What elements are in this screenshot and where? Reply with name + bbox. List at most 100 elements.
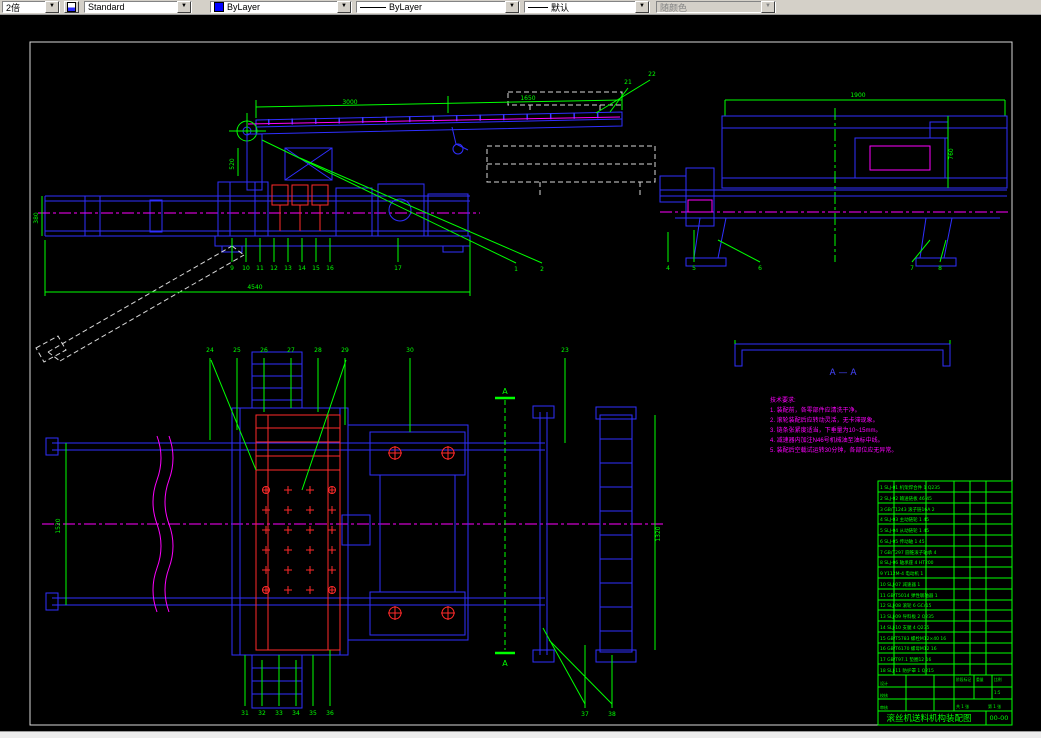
text-style-manager-button[interactable] [64, 1, 79, 13]
drawing-label: 24 [206, 347, 214, 354]
dim-scale-value: 2倍 [6, 2, 21, 13]
tech-notes-line: 4. 减速器内加注N46号机械油至油标中线。 [770, 438, 884, 444]
drawing-label: 31 [241, 710, 249, 717]
tech-notes-title: 技术要求: [770, 398, 796, 404]
chevron-down-icon[interactable]: ▼ [177, 1, 191, 13]
drawing-label: 阶段标记 [956, 677, 971, 682]
tech-notes-line: 1. 装配前，各零部件应清洗干净。 [770, 408, 861, 414]
drawing-label: 校核 [880, 692, 888, 698]
drawing-label: 14 SLJ-10 支腿 4 Q235 [880, 624, 929, 631]
drawing-label: 14 [298, 265, 306, 272]
lineweight-control-combo[interactable]: 默认 ▼ [524, 1, 650, 13]
drawing-label: 15 GB/T5783 螺栓M12×40 16 [880, 635, 946, 642]
dim-scale-combo[interactable]: 2倍 ▼ [2, 1, 60, 13]
drawing-label: 设计 [880, 680, 888, 686]
drawing-label: 760 [948, 148, 955, 160]
drawing-label: 22 [648, 71, 656, 78]
drawing-label: A [502, 659, 508, 668]
drawing-label: 6 [758, 265, 762, 272]
drawing-label: 共 1 张 [956, 703, 969, 709]
drawing-label: 3 GB/T1243 滚子链16A 2 [880, 506, 935, 513]
drawing-label: 34 [292, 710, 300, 717]
tech-notes-line: 3. 链条张紧度适当，下垂量为10~15mm。 [770, 428, 882, 434]
drawing-label: 5 [692, 265, 696, 272]
drawing-label: 2 SLJ-02 输送链板 46 45 [880, 495, 932, 502]
text-style-combo[interactable]: Standard ▼ [84, 1, 192, 13]
drawing-label: 35 [309, 710, 317, 717]
drawing-label: 审核 [880, 704, 888, 710]
drawing-label: 5 SLJ-04 从动链轮 1 45 [880, 527, 929, 534]
chevron-down-icon[interactable]: ▼ [635, 1, 649, 13]
drawing-label: 8 [938, 265, 942, 272]
drawing-label: 33 [275, 710, 283, 717]
linetype-preview [360, 6, 386, 8]
linetype-value: ByLayer [389, 2, 423, 12]
text-style-icon [67, 2, 76, 12]
drawing-label: 380 [33, 212, 40, 224]
drawing-label: 11 [256, 265, 264, 272]
drawing-label: A — A [829, 368, 857, 378]
plotstyle-control-combo: 随颜色 ▼ [656, 1, 776, 13]
drawing-label: 11 GB/T5014 弹性联轴器 1 [880, 592, 938, 599]
drawing-label: 4540 [247, 284, 262, 291]
drawing-label: 比例 [994, 677, 1002, 682]
drawing-label: 15 [312, 265, 320, 272]
drawing-label: 00-00 [990, 714, 1009, 722]
drawing-label: 36 [326, 710, 334, 717]
drawing-label: 2 [540, 266, 544, 273]
color-value: ByLayer [227, 2, 261, 12]
drawing-label: 25 [233, 347, 241, 354]
drawing-label: 6 SLJ-05 传动轴 1 45 [880, 538, 925, 545]
drawing-label: 7 GB/T297 圆锥滚子轴承 4 [880, 549, 937, 556]
color-control-combo[interactable]: ByLayer ▼ [210, 1, 352, 13]
drawing-label: 27 [287, 347, 295, 354]
drawing-label: 37 [581, 711, 589, 718]
drawing-label: 13 [284, 265, 292, 272]
drawing-label: 13 SLJ-09 导料板 2 Q235 [880, 613, 934, 620]
drawing-label: 滚丝机送料机构装配图 [886, 713, 971, 724]
drawing-label: 32 [258, 710, 266, 717]
drawing-label: 7 [910, 265, 914, 272]
drawing-label: 1520 [55, 518, 62, 533]
chevron-down-icon[interactable]: ▼ [337, 1, 351, 13]
tech-notes-line: 5. 装配后空载试运转30分钟，各部位应无异常。 [770, 448, 898, 454]
drawing-label: 1320 [655, 526, 662, 541]
drawing-label: 23 [561, 347, 569, 354]
drawing-label: 17 [394, 265, 402, 272]
linetype-control-combo[interactable]: ByLayer ▼ [356, 1, 520, 13]
drawing-label: 9 [230, 265, 234, 272]
drawing-label: 16 GB/T6170 螺母M12 16 [880, 645, 937, 652]
chevron-down-icon[interactable]: ▼ [505, 1, 519, 13]
drawing-label: 17 GB/T97.1 垫圈12 16 [880, 656, 931, 663]
drawing-label: 重量 [976, 677, 984, 682]
drawing-label: 12 SLJ-08 滚轮 6 GCr15 [880, 602, 932, 609]
drawing-label: 38 [608, 711, 616, 718]
drawing-label: 4 [666, 265, 670, 272]
drawing-label: 1 SLJ-01 机架焊合件 1 Q235 [880, 484, 940, 491]
tech-notes: 技术要求: 1. 装配前，各零部件应清洗干净。 2. 滚轮装配后应转动灵活，无卡… [770, 396, 1000, 456]
lineweight-preview [528, 6, 548, 8]
color-swatch [214, 2, 224, 12]
text-style-value: Standard [88, 2, 125, 12]
drawing-label: 29 [341, 347, 349, 354]
chevron-down-icon: ▼ [761, 1, 775, 13]
drawing-label: 30 [406, 347, 414, 354]
drawing-label: 3000 [342, 99, 357, 106]
drawing-label: 1900 [850, 92, 865, 99]
chevron-down-icon[interactable]: ▼ [45, 1, 59, 13]
drawing-label: 26 [260, 347, 268, 354]
cad-properties-toolbar: 2倍 ▼ Standard ▼ ByLayer ▼ ByLayer ▼ 默认 ▼… [0, 0, 1041, 15]
drawing-label: 4 SLJ-03 主动链轮 1 45 [880, 516, 929, 523]
drawing-label: 10 SLJ-07 减速器 1 [880, 581, 920, 588]
drawing-label: 28 [314, 347, 322, 354]
lineweight-value: 默认 [551, 2, 570, 13]
drawing-label: A [502, 387, 508, 396]
plotstyle-value: 随颜色 [660, 2, 688, 13]
drawing-label: 1:5 [994, 690, 1001, 695]
drawing-label: 16 [326, 265, 334, 272]
drawing-canvas[interactable]: 30001650212245403805209 10 11 12 13 14 15 16 17 1… [0, 0, 1041, 737]
drawing-label: 9 Y112M-4 电动机 1 [880, 570, 923, 577]
drawing-label: 1650 [520, 95, 535, 102]
drawing-label: 18 SLJ-11 防护罩 1 Q215 [880, 667, 934, 674]
drawing-label: 8 SLJ-06 轴承座 4 HT200 [880, 559, 934, 566]
